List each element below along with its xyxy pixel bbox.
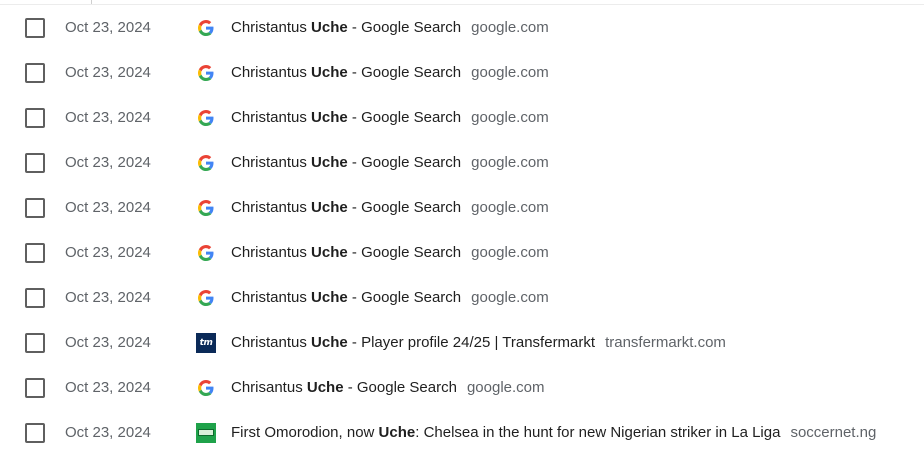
transfermarkt-icon: tm [196,332,216,353]
title-text: - Google Search [347,199,462,216]
title-text: First Omorodion, now [231,424,379,441]
title-text: Chrisantus [231,379,307,396]
history-row[interactable]: Oct 23, 2024 Christantus Uche - Google S… [0,5,924,50]
title-highlight: Uche [311,109,348,126]
visit-date: Oct 23, 2024 [65,424,151,441]
title-highlight: Uche [378,424,416,441]
page-title-link[interactable]: First Omorodion, now Uche: Chelsea in th… [231,424,876,441]
site-domain: google.com [471,244,549,261]
history-row[interactable]: Oct 23, 2024 Christantus Uche - Google S… [0,275,924,320]
site-domain: soccernet.ng [790,424,877,441]
history-row[interactable]: Oct 23, 2024 Christantus Uche - Google S… [0,95,924,140]
google-icon [196,288,216,308]
title-text: Christantus [231,154,312,171]
row-checkbox[interactable] [25,62,45,83]
google-icon [196,378,216,398]
site-domain: transfermarkt.com [605,334,726,351]
google-icon [196,198,216,218]
history-row[interactable]: Oct 23, 2024 tm Christantus Uche - Playe… [0,320,924,365]
visit-date: Oct 23, 2024 [65,154,151,171]
row-checkbox[interactable] [25,422,45,443]
title-highlight: Uche [311,289,348,306]
visit-date: Oct 23, 2024 [65,244,151,261]
title-text: - Google Search [347,244,462,261]
row-checkbox[interactable] [25,287,45,308]
page-title-link[interactable]: Chrisantus Uche - Google Search google.co… [231,379,545,396]
title-text: Christantus [231,334,312,351]
title-text: Christantus [231,199,312,216]
visit-date: Oct 23, 2024 [65,199,151,216]
site-domain: google.com [471,289,549,306]
history-row[interactable]: Oct 23, 2024 Christantus Uche - Google S… [0,230,924,275]
history-row[interactable]: Oct 23, 2024 Christantus Uche - Google S… [0,185,924,230]
page-title-link[interactable]: Christantus Uche - Google Search google.c… [231,154,549,171]
page-title-link[interactable]: Christantus Uche - Google Search google.c… [231,109,549,126]
title-text: - Google Search [347,289,462,306]
visit-date: Oct 23, 2024 [65,379,151,396]
row-checkbox[interactable] [25,152,45,173]
title-text: Christantus [231,244,312,261]
visit-date: Oct 23, 2024 [65,64,151,81]
history-row[interactable]: Oct 23, 2024 Christantus Uche - Google S… [0,50,924,95]
history-row[interactable]: Oct 23, 2024 First Omorodion, now Uche: … [0,410,924,455]
title-highlight: Uche [311,64,348,81]
google-icon [196,243,216,263]
title-highlight: Uche [311,334,348,351]
title-text: Christantus [231,109,312,126]
site-domain: google.com [471,109,549,126]
title-text: Christantus [231,19,312,36]
title-text: - Google Search [347,154,462,171]
visit-date: Oct 23, 2024 [65,334,151,351]
page-title-link[interactable]: Christantus Uche - Google Search google.c… [231,64,549,81]
title-highlight: Uche [311,244,348,261]
google-icon [196,108,216,128]
soccernet-icon [196,422,216,443]
site-domain: google.com [471,19,549,36]
row-checkbox[interactable] [25,332,45,353]
title-highlight: Uche [311,199,348,216]
title-text: - Google Search [343,379,457,396]
row-checkbox[interactable] [25,197,45,218]
site-domain: google.com [471,154,549,171]
title-text: Christantus [231,289,312,306]
page-title-link[interactable]: Christantus Uche - Google Search google.c… [231,199,549,216]
google-icon [196,63,216,83]
page-title-link[interactable]: Christantus Uche - Google Search google.c… [231,289,549,306]
page-title-link[interactable]: Christantus Uche - Google Search google.c… [231,19,549,36]
google-icon [196,18,216,38]
visit-date: Oct 23, 2024 [65,289,151,306]
row-checkbox[interactable] [25,17,45,38]
title-text: : Chelsea in the hunt for new Nigerian s… [415,424,781,441]
site-domain: google.com [471,199,549,216]
row-checkbox[interactable] [25,242,45,263]
site-domain: google.com [471,64,549,81]
google-icon [196,153,216,173]
history-list: Oct 23, 2024 Christantus Uche - Google S… [0,0,924,461]
title-highlight: Uche [306,379,344,396]
title-text: - Google Search [347,64,462,81]
title-text: - Google Search [347,109,462,126]
title-text: - Player profile 24/25 | Transfermarkt [347,334,596,351]
title-text: - Google Search [347,19,462,36]
history-row[interactable]: Oct 23, 2024 Christantus Uche - Google S… [0,140,924,185]
visit-date: Oct 23, 2024 [65,109,151,126]
visit-date: Oct 23, 2024 [65,19,151,36]
site-domain: google.com [466,379,545,396]
page-title-link[interactable]: Christantus Uche - Player profile 24/25 … [231,334,726,351]
title-text: Christantus [231,64,312,81]
history-row[interactable]: Oct 23, 2024 Chrisantus Uche - Google Se… [0,365,924,410]
row-checkbox[interactable] [25,377,45,398]
title-highlight: Uche [311,154,348,171]
page-title-link[interactable]: Christantus Uche - Google Search google.c… [231,244,549,261]
divider-tick [91,0,92,4]
row-checkbox[interactable] [25,107,45,128]
title-highlight: Uche [311,19,348,36]
